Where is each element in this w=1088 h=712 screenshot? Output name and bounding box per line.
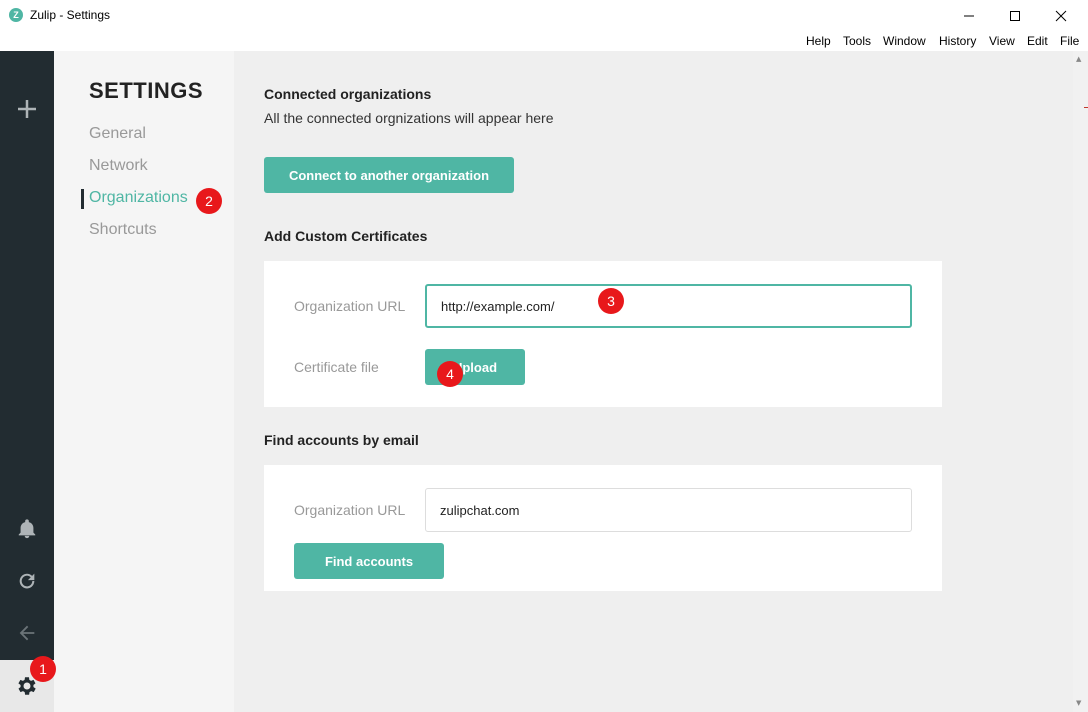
scroll-up-icon[interactable]: ▲ <box>1076 55 1081 63</box>
connected-organizations-subtitle: All the connected orgnizations will appe… <box>264 110 554 126</box>
connect-organization-button[interactable]: Connect to another organization <box>264 157 514 193</box>
reload-icon <box>19 573 35 589</box>
certificates-card: Organization URL http://example.com/ Cer… <box>264 261 942 407</box>
plus-icon <box>18 100 36 118</box>
certificate-url-input[interactable]: http://example.com/ <box>425 284 912 328</box>
settings-nav: SETTINGS General Network Organizations S… <box>54 51 234 712</box>
find-accounts-card: Organization URL zulipchat.com Find acco… <box>264 465 942 591</box>
certificate-url-label: Organization URL <box>294 298 406 314</box>
find-accounts-url-label: Organization URL <box>294 502 406 518</box>
find-accounts-button[interactable]: Find accounts <box>294 543 444 579</box>
nav-item-shortcuts[interactable]: Shortcuts <box>89 221 157 239</box>
title-bar: Z Zulip - Settings <box>0 0 1088 31</box>
menu-edit[interactable]: Edit <box>1027 34 1048 48</box>
back-button[interactable] <box>13 619 41 647</box>
annotation-marker-3: 3 <box>598 288 624 314</box>
menu-view[interactable]: View <box>989 34 1015 48</box>
minimize-button[interactable] <box>946 0 992 31</box>
annotation-marker-2: 2 <box>196 188 222 214</box>
connected-organizations-title: Connected organizations <box>264 86 432 102</box>
nav-item-organizations[interactable]: Organizations <box>89 189 188 207</box>
find-accounts-url-input[interactable]: zulipchat.com <box>425 488 912 532</box>
menu-help[interactable]: Help <box>806 34 831 48</box>
active-indicator <box>81 189 84 209</box>
menu-file[interactable]: File <box>1060 34 1079 48</box>
find-accounts-title: Find accounts by email <box>264 432 419 448</box>
annotation-marker-1: 1 <box>30 656 56 682</box>
menu-tools[interactable]: Tools <box>843 34 871 48</box>
nav-item-network[interactable]: Network <box>89 157 148 175</box>
settings-content: Connected organizations All the connecte… <box>234 51 1073 712</box>
close-button[interactable] <box>1038 0 1084 31</box>
menu-bar: Help Tools Window History View Edit File <box>0 31 1088 51</box>
close-icon <box>1055 10 1067 21</box>
nav-item-general[interactable]: General <box>89 125 146 143</box>
minimize-icon <box>964 15 974 16</box>
bell-icon <box>18 519 36 539</box>
menu-history[interactable]: History <box>939 34 976 48</box>
custom-certificates-title: Add Custom Certificates <box>264 228 428 244</box>
annotation-marker-4: 4 <box>437 361 463 387</box>
maximize-icon <box>1010 10 1020 21</box>
menu-window[interactable]: Window <box>883 34 926 48</box>
certificate-file-label: Certificate file <box>294 359 379 375</box>
background-window-edge <box>1084 107 1088 108</box>
notifications-button[interactable] <box>13 515 41 543</box>
server-sidebar <box>0 51 54 712</box>
add-organization-button[interactable] <box>13 95 41 123</box>
vertical-scrollbar[interactable]: ▲ ▼ <box>1073 51 1088 712</box>
settings-title: SETTINGS <box>89 78 204 103</box>
arrow-left-icon <box>19 625 35 641</box>
window-title: Zulip - Settings <box>30 8 111 22</box>
scroll-down-icon[interactable]: ▼ <box>1076 699 1081 707</box>
zulip-logo-icon: Z <box>9 8 23 22</box>
reload-button[interactable] <box>13 567 41 595</box>
maximize-button[interactable] <box>992 0 1038 31</box>
